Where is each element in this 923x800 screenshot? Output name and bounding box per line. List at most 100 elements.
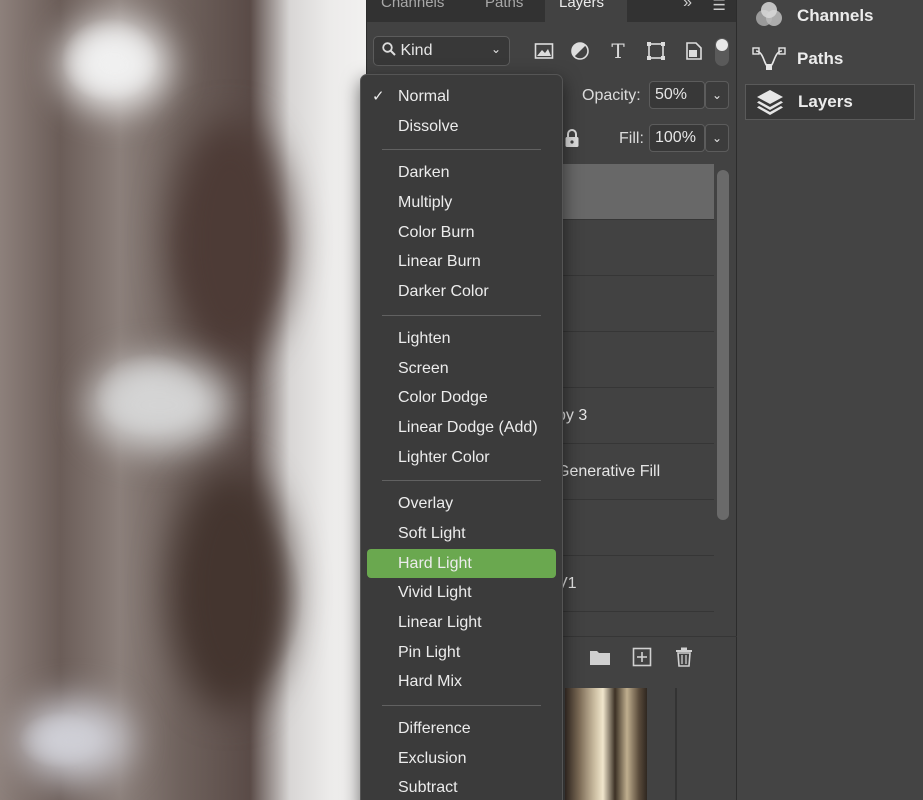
more-panels-icon[interactable]: » — [683, 0, 692, 12]
fill-label: Fill: — [619, 130, 644, 147]
smart-object-filter-icon[interactable] — [683, 40, 705, 62]
blend-option-label: Hard Mix — [398, 673, 463, 691]
shape-filter-icon[interactable] — [645, 40, 667, 62]
blend-option-color-dodge[interactable]: Color Dodge — [367, 383, 556, 413]
layers-scrollbar[interactable] — [717, 170, 729, 520]
blend-option-label: Soft Light — [398, 524, 466, 542]
opacity-chevron-icon[interactable]: ⌄ — [705, 81, 729, 109]
tab-layers[interactable]: Layers — [545, 0, 627, 28]
blend-option-hard-mix[interactable]: Hard Mix — [367, 667, 556, 697]
menu-separator — [382, 149, 541, 151]
canvas-shadow — [170, 120, 290, 360]
channels-icon — [751, 1, 787, 31]
blend-option-label: Linear Dodge (Add) — [398, 418, 538, 436]
collapsed-panel-dock: Channels Paths Layers — [737, 0, 923, 800]
tab-paths[interactable]: Paths — [485, 0, 523, 11]
opacity-field[interactable]: 50% — [649, 81, 705, 109]
type-filter-icon[interactable]: T — [607, 39, 629, 63]
blend-option-label: Color Burn — [398, 223, 475, 241]
canvas-shadow — [170, 470, 290, 710]
canvas-highlight — [90, 360, 230, 450]
blend-option-linear-dodge[interactable]: Linear Dodge (Add) — [367, 413, 556, 443]
layer-filter-row: Kind ⌄ T — [373, 36, 733, 68]
lock-icon[interactable] — [564, 128, 580, 153]
blend-option-subtract[interactable]: Subtract — [367, 773, 556, 800]
filter-kind-select[interactable]: Kind ⌄ — [373, 36, 510, 66]
blend-option-label: Exclusion — [398, 749, 467, 767]
blend-option-label: Lighten — [398, 329, 451, 347]
filter-kind-label: Kind — [400, 42, 433, 59]
blend-option-label: Pin Light — [398, 643, 461, 661]
tab-label: Paths — [485, 0, 524, 11]
blend-option-overlay[interactable]: Overlay — [367, 489, 556, 519]
blend-option-color-burn[interactable]: Color Burn — [367, 218, 556, 248]
blend-option-soft-light[interactable]: Soft Light — [367, 519, 556, 549]
blend-option-lighter-color[interactable]: Lighter Color — [367, 443, 556, 473]
blend-option-multiply[interactable]: Multiply — [367, 188, 556, 218]
blend-option-vivid-light[interactable]: Vivid Light — [367, 578, 556, 608]
blend-option-dissolve[interactable]: Dissolve — [367, 112, 556, 142]
paths-icon — [751, 44, 787, 74]
blend-option-hard-light[interactable]: Hard Light — [367, 548, 556, 579]
blend-option-label: Vivid Light — [398, 584, 472, 602]
canvas-highlight — [20, 700, 130, 780]
blend-option-label: Linear Burn — [398, 253, 481, 271]
fill-chevron-icon[interactable]: ⌄ — [705, 124, 729, 152]
dock-item-paths[interactable]: Paths — [745, 41, 915, 77]
document-canvas[interactable] — [0, 0, 366, 800]
tab-channels[interactable]: Channels — [381, 0, 444, 11]
adjustment-filter-icon[interactable] — [569, 40, 591, 62]
trash-icon[interactable] — [673, 646, 695, 668]
blend-option-label: Hard Light — [398, 554, 472, 572]
fill-field[interactable]: 100% — [649, 124, 705, 152]
new-group-folder-icon[interactable] — [589, 646, 611, 668]
blend-option-normal[interactable]: ✓ Normal — [367, 82, 556, 112]
menu-separator — [382, 705, 541, 707]
search-icon — [382, 42, 400, 59]
new-layer-icon[interactable] — [631, 646, 653, 668]
blend-option-label: Darken — [398, 164, 450, 182]
blend-mode-menu: ✓ Normal Dissolve Darken Multiply Color B… — [360, 74, 563, 800]
blend-option-exclusion[interactable]: Exclusion — [367, 744, 556, 774]
blend-option-label: Linear Light — [398, 614, 482, 631]
blend-option-screen[interactable]: Screen — [367, 354, 556, 384]
dock-item-label: Paths — [797, 49, 844, 68]
blend-option-label: Darker Color — [398, 283, 489, 301]
layer-name: Generative Fill — [557, 462, 661, 480]
tab-label: Channels — [381, 0, 445, 11]
panel-tab-bar: Channels Paths Layers » ☰ — [367, 0, 736, 28]
blend-option-linear-light[interactable]: Linear Light — [367, 608, 556, 638]
blend-option-label: Subtract — [398, 779, 458, 797]
blend-option-label: Dissolve — [398, 117, 459, 135]
filter-toggle[interactable] — [715, 38, 729, 66]
blend-option-label: Difference — [398, 720, 471, 738]
checkmark-icon: ✓ — [372, 88, 385, 105]
layer-thumbnail-strip — [565, 688, 647, 800]
tab-label: Layers — [559, 0, 605, 11]
blend-option-label: Multiply — [398, 194, 453, 212]
blend-option-label: Screen — [398, 359, 449, 377]
blend-option-label: Color Dodge — [398, 389, 488, 407]
dock-item-label: Layers — [798, 92, 853, 111]
chevron-down-icon: ⌄ — [490, 42, 501, 56]
blend-option-label: Overlay — [398, 495, 454, 513]
opacity-label: Opacity: — [582, 87, 641, 104]
menu-separator — [382, 480, 541, 482]
blend-option-label: Normal — [398, 88, 450, 105]
blend-option-label: Lighter Color — [398, 448, 490, 466]
dock-item-channels[interactable]: Channels — [745, 0, 915, 34]
canvas-highlight — [60, 20, 170, 110]
blend-option-lighten[interactable]: Lighten — [367, 324, 556, 354]
image-filter-icon[interactable] — [533, 40, 555, 62]
blend-option-pin-light[interactable]: Pin Light — [367, 638, 556, 668]
blend-option-linear-burn[interactable]: Linear Burn — [367, 247, 556, 277]
panel-menu-icon[interactable]: ☰ — [713, 0, 726, 14]
blend-option-darken[interactable]: Darken — [367, 158, 556, 188]
dock-item-layers[interactable]: Layers — [745, 84, 915, 120]
menu-separator — [382, 314, 541, 316]
dock-item-label: Channels — [797, 6, 874, 25]
blend-option-darker-color[interactable]: Darker Color — [367, 277, 556, 307]
layers-icon — [752, 87, 788, 117]
divider — [675, 688, 677, 800]
blend-option-difference[interactable]: Difference — [367, 714, 556, 744]
